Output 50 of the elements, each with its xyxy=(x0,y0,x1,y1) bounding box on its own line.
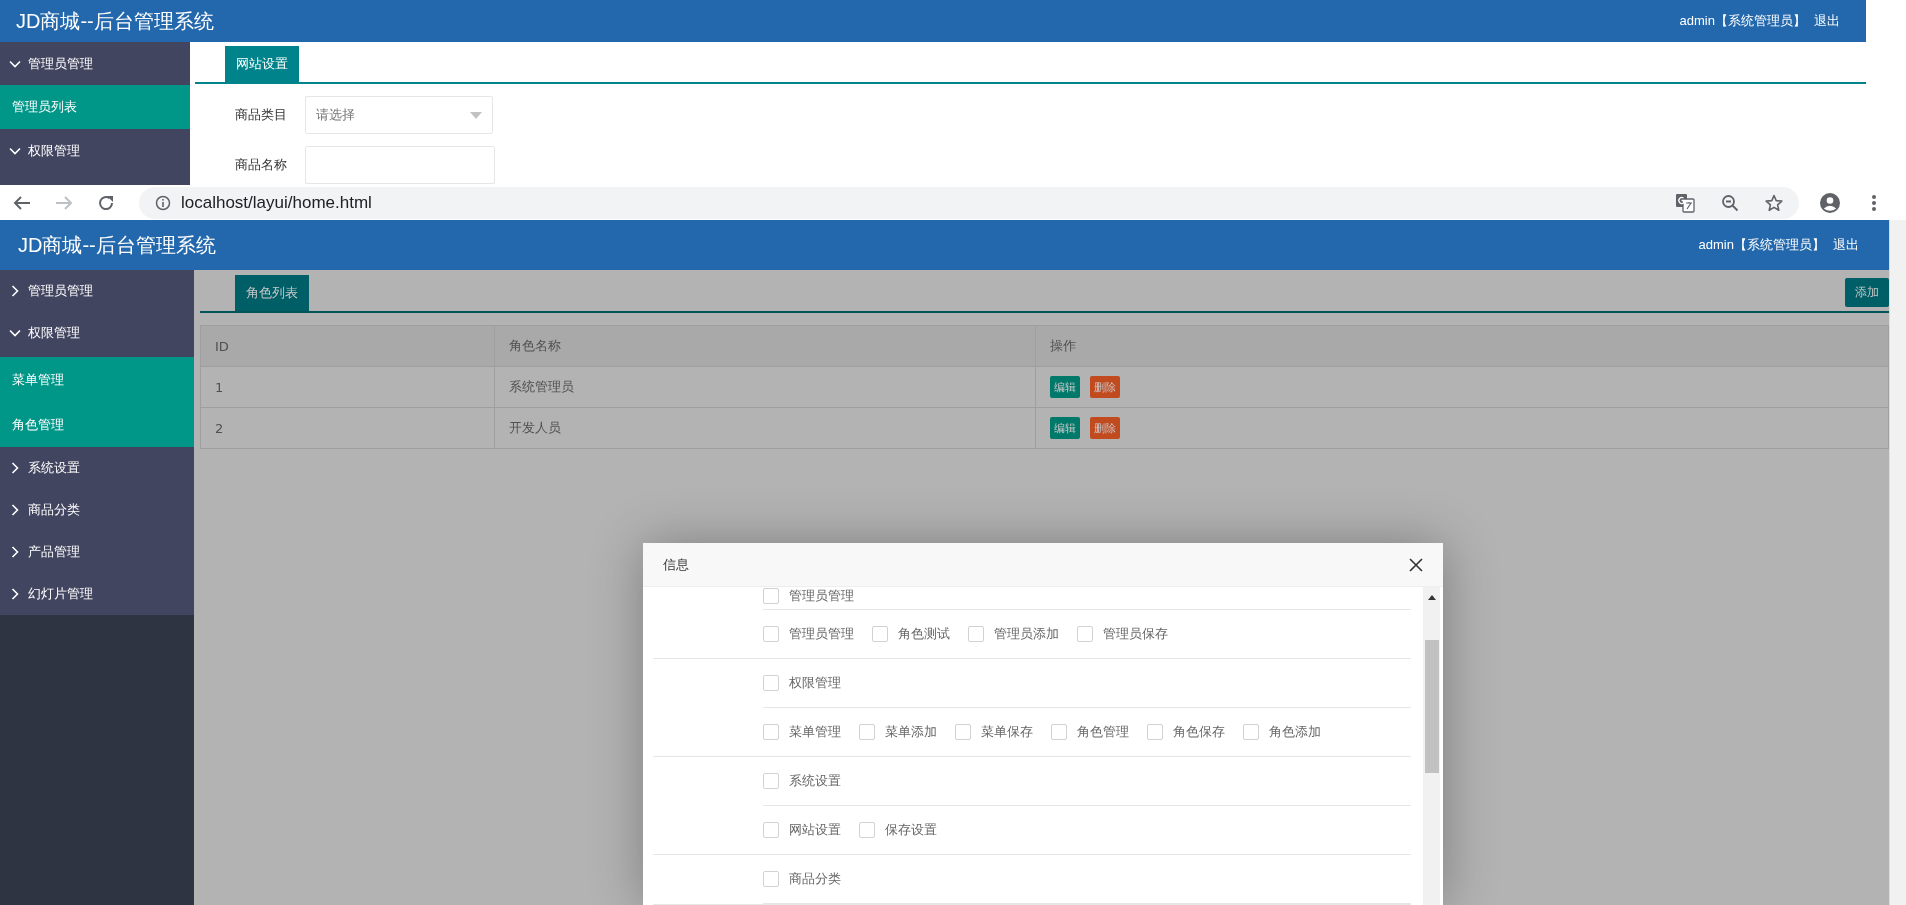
table-cell: 2 xyxy=(200,407,495,449)
sidebar-subitem[interactable]: 角色管理 xyxy=(0,402,194,447)
checkbox-option[interactable]: 管理员保存 xyxy=(1077,625,1168,643)
checkbox-option[interactable]: 菜单保存 xyxy=(955,723,1033,741)
user-label: admin【系统管理员】 xyxy=(1679,12,1806,30)
app-title: JD商城--后台管理系统 xyxy=(18,232,216,258)
edit-button[interactable]: 编辑 xyxy=(1050,417,1080,439)
sidebar-item[interactable]: 权限管理 xyxy=(0,312,194,354)
column-header: 操作 xyxy=(1035,325,1889,367)
sidebar-item[interactable]: 管理员管理 xyxy=(0,270,194,312)
checkbox-option[interactable]: 权限管理 xyxy=(763,674,841,692)
checkbox-option[interactable]: 管理员管理 xyxy=(763,625,854,643)
app-title: JD商城--后台管理系统 xyxy=(16,8,214,34)
sidebar-item[interactable]: 幻灯片管理 xyxy=(0,573,194,615)
add-button[interactable]: 添加 xyxy=(1845,278,1889,307)
column-header: 角色名称 xyxy=(494,325,1036,367)
sidebar-subitem[interactable]: 菜单管理 xyxy=(0,357,194,402)
checkbox-option[interactable]: 保存设置 xyxy=(859,821,937,839)
column-header: ID xyxy=(200,325,495,367)
checkbox-option[interactable]: 角色保存 xyxy=(1147,723,1225,741)
sidebar-item[interactable]: 管理员管理 xyxy=(0,42,190,85)
logout-link[interactable]: 退出 xyxy=(1814,12,1840,30)
checkbox-option[interactable]: 角色添加 xyxy=(1243,723,1321,741)
sidebar-subitem[interactable]: 管理员列表 xyxy=(0,85,190,129)
sidebar-item[interactable]: 商品分类 xyxy=(0,489,194,531)
sidebar-item[interactable]: 系统设置 xyxy=(0,447,194,489)
checkbox-option[interactable]: 系统设置 xyxy=(763,772,841,790)
field-label: 商品类目 xyxy=(235,106,288,124)
checkbox-option[interactable]: 菜单管理 xyxy=(763,723,841,741)
sidebar-item[interactable]: 权限管理 xyxy=(0,129,190,172)
checkbox-option[interactable]: 菜单添加 xyxy=(859,723,937,741)
edit-button[interactable]: 编辑 xyxy=(1050,376,1080,398)
checkbox-option[interactable]: 角色测试 xyxy=(872,625,950,643)
user-label: admin【系统管理员】 xyxy=(1698,236,1825,254)
table-cell: 系统管理员 xyxy=(494,366,1036,408)
address-bar[interactable]: localhost/layui/home.html xyxy=(139,186,1799,219)
dialog-title: 信息 xyxy=(663,555,689,574)
checkbox-option[interactable]: 角色管理 xyxy=(1051,723,1129,741)
tab[interactable]: 角色列表 xyxy=(235,275,309,311)
table-cell: 1 xyxy=(200,366,495,408)
table-cell: 开发人员 xyxy=(494,407,1036,449)
logout-link[interactable]: 退出 xyxy=(1833,236,1859,254)
field-label: 商品名称 xyxy=(235,156,288,174)
tab[interactable]: 网站设置 xyxy=(225,46,299,82)
checkbox-option[interactable]: 网站设置 xyxy=(763,821,841,839)
select-field[interactable]: 请选择 xyxy=(305,96,493,134)
checkbox-option[interactable]: 商品分类 xyxy=(763,870,841,888)
checkbox-option[interactable]: 管理员添加 xyxy=(968,625,1059,643)
sidebar-item[interactable]: 产品管理 xyxy=(0,531,194,573)
checkbox-option[interactable]: 管理员管理 xyxy=(763,587,854,605)
